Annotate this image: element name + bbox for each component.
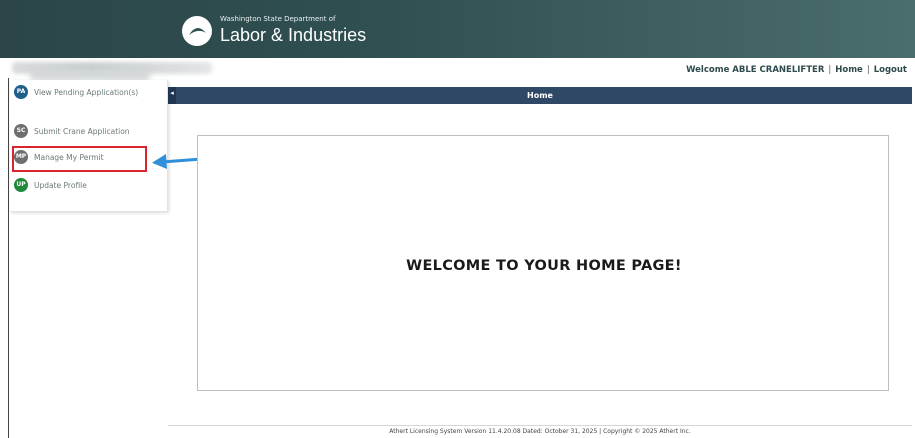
welcome-message: WELCOME TO YOUR HOME PAGE! bbox=[406, 258, 682, 274]
footer-divider bbox=[168, 425, 912, 426]
sidebar-item-submit-crane-application[interactable]: SC Submit Crane Application bbox=[14, 124, 164, 140]
manage-permit-highlight-box bbox=[12, 146, 147, 172]
home-link[interactable]: Home bbox=[835, 65, 863, 75]
top-navigation: Welcome ABLE CRANELIFTER | Home | Logout bbox=[686, 65, 907, 75]
page-title: Home bbox=[527, 91, 553, 100]
site-banner: Washington State Department of Labor & I… bbox=[0, 0, 915, 58]
nav-separator: | bbox=[866, 65, 870, 75]
welcome-user-text: Welcome ABLE CRANELIFTER bbox=[686, 65, 825, 75]
agency-name-large: Labor & Industries bbox=[220, 25, 367, 45]
agency-logo[interactable]: Washington State Department of Labor & I… bbox=[180, 12, 380, 52]
sidebar-item-label: Submit Crane Application bbox=[34, 127, 130, 136]
blurred-user-info-secondary bbox=[30, 70, 150, 80]
sidebar-item-view-pending-applications[interactable]: PA View Pending Application(s) bbox=[14, 85, 164, 111]
nav-separator: | bbox=[828, 65, 832, 75]
home-content-panel: WELCOME TO YOUR HOME PAGE! bbox=[197, 135, 889, 391]
page-left-border bbox=[8, 78, 9, 438]
sidebar-item-label: Update Profile bbox=[34, 181, 87, 190]
agency-name-small: Washington State Department of bbox=[220, 15, 336, 23]
footer-text: Athert Licensing System Version 11.4.20.… bbox=[389, 428, 691, 435]
pending-applications-icon: PA bbox=[14, 85, 28, 99]
submit-application-icon: SC bbox=[14, 124, 28, 138]
page-header-bar: ◂ Home bbox=[168, 87, 912, 104]
sidebar-item-update-profile[interactable]: UP Update Profile bbox=[14, 178, 164, 194]
update-profile-icon: UP bbox=[14, 178, 28, 192]
sidebar-item-label: View Pending Application(s) bbox=[34, 88, 139, 97]
logout-link[interactable]: Logout bbox=[874, 65, 907, 75]
agency-logo-icon bbox=[182, 16, 212, 46]
